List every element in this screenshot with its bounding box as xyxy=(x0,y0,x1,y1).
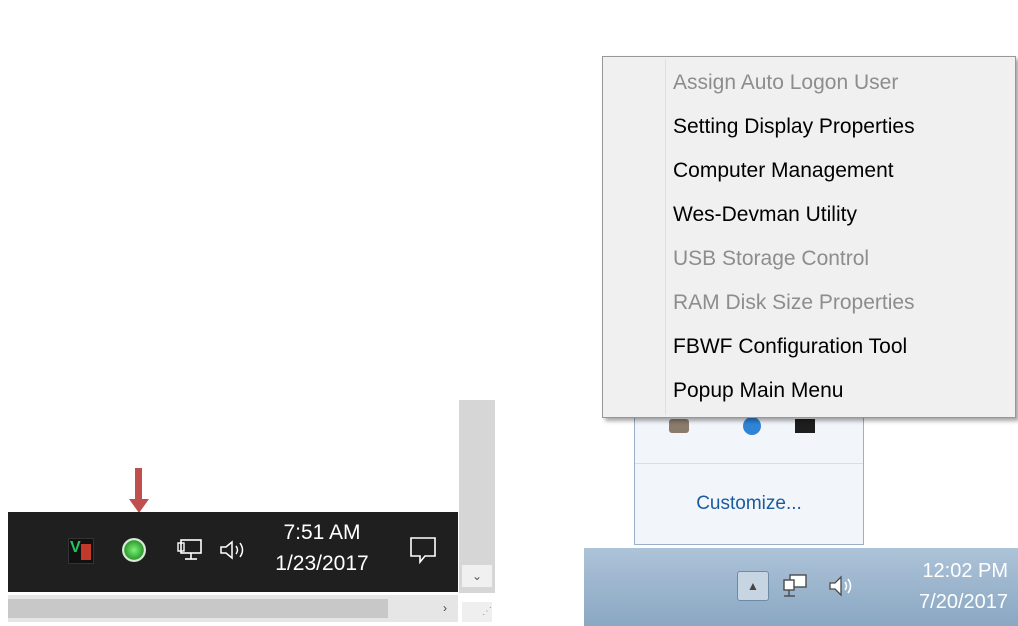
scroll-right-button[interactable]: › xyxy=(436,599,454,618)
action-center-icon[interactable] xyxy=(408,534,438,566)
menu-item-usb-storage-control[interactable]: USB Storage Control xyxy=(673,239,1003,279)
arrow-head xyxy=(129,499,149,513)
network-icon[interactable] xyxy=(781,572,811,600)
arrow-shaft xyxy=(135,468,142,501)
customize-link[interactable]: Customize... xyxy=(635,493,863,515)
notification-overflow-panel: Customize... xyxy=(634,410,864,545)
tray-app-icon[interactable] xyxy=(669,419,689,433)
clock-time: 12:02 PM xyxy=(922,560,1008,582)
menu-item-popup-main-menu[interactable]: Popup Main Menu xyxy=(673,371,1003,411)
menu-gutter xyxy=(665,59,666,415)
context-menu: Assign Auto Logon User Setting Display P… xyxy=(602,56,1016,418)
show-hidden-icons-button[interactable]: ▲ xyxy=(737,571,769,601)
menu-item-assign-auto-logon-user[interactable]: Assign Auto Logon User xyxy=(673,63,1003,103)
scrollbar-thumb[interactable] xyxy=(8,599,388,618)
clock-time: 7:51 AM xyxy=(283,521,361,544)
divider xyxy=(635,463,863,464)
tray-app-icon[interactable] xyxy=(795,419,815,433)
horizontal-scrollbar[interactable]: › xyxy=(8,595,458,622)
vc-icon[interactable]: V xyxy=(68,538,94,564)
clock-date: 7/20/2017 xyxy=(919,591,1008,613)
menu-item-ram-disk-size-properties[interactable]: RAM Disk Size Properties xyxy=(673,283,1003,323)
taskbar-clock[interactable]: 12:02 PM 7/20/2017 xyxy=(868,556,1008,618)
taskbar-clock[interactable]: 7:51 AM 1/23/2017 xyxy=(262,518,382,580)
vc-icon-red-block xyxy=(81,544,91,560)
vc-icon-letter: V xyxy=(70,539,81,556)
green-ball-icon[interactable] xyxy=(122,538,146,562)
network-icon[interactable] xyxy=(177,538,207,562)
menu-item-computer-management[interactable]: Computer Management xyxy=(673,151,1003,191)
volume-icon[interactable] xyxy=(218,538,250,562)
scroll-down-button[interactable]: ⌄ xyxy=(462,565,492,587)
menu-item-setting-display-properties[interactable]: Setting Display Properties xyxy=(673,107,1003,147)
clock-date: 1/23/2017 xyxy=(275,552,369,575)
menu-item-wes-devman-utility[interactable]: Wes-Devman Utility xyxy=(673,195,1003,235)
volume-icon[interactable] xyxy=(826,572,856,600)
menu-item-fbwf-configuration-tool[interactable]: FBWF Configuration Tool xyxy=(673,327,1003,367)
resize-grip[interactable]: ⋰ xyxy=(462,602,492,622)
tray-app-icon[interactable] xyxy=(743,417,761,435)
